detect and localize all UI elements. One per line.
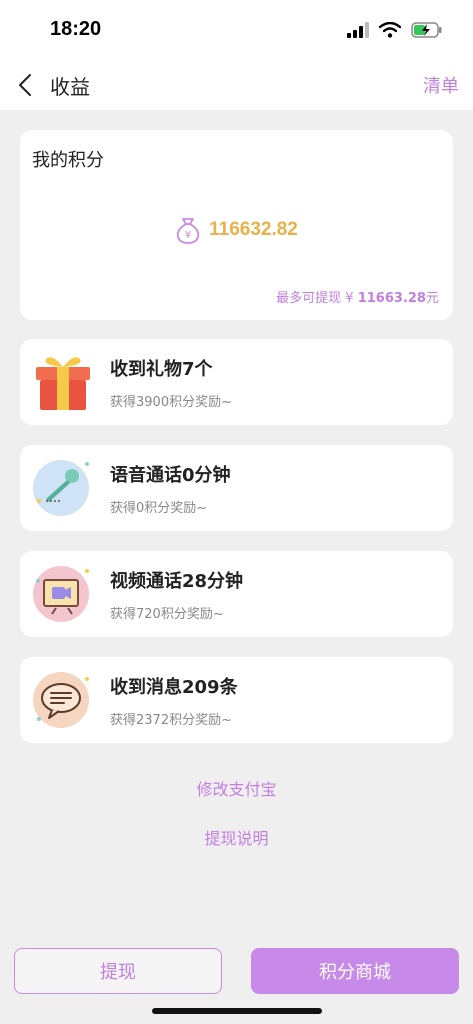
stat-subtitle: 获得0积分奖励~ xyxy=(110,501,208,516)
wifi-icon xyxy=(379,22,401,38)
stat-subtitle: 获得3900积分奖励~ xyxy=(110,395,232,410)
gift-icon xyxy=(36,357,90,410)
nav-bar: 收益 清单 xyxy=(0,60,473,110)
stat-subtitle: 获得2372积分奖励~ xyxy=(110,713,232,728)
points-value: 116632.82 xyxy=(209,219,298,240)
stat-title: 视频通话28分钟 xyxy=(110,571,244,592)
statement-link[interactable]: 清单 xyxy=(423,72,459,98)
status-time: 18:20 xyxy=(50,18,102,40)
video-camera-icon xyxy=(33,566,89,622)
home-indicator xyxy=(152,1008,322,1014)
withdraw-explain-link[interactable]: 提现说明 xyxy=(0,825,473,849)
signal-icon xyxy=(347,22,369,38)
stat-title: 收到礼物7个 xyxy=(110,359,213,380)
microphone-icon xyxy=(33,460,89,516)
points-shop-button[interactable]: 积分商城 xyxy=(251,948,459,994)
points-shop-button-label: 积分商城 xyxy=(319,962,391,983)
stat-card-video: 视频通话28分钟 获得720积分奖励~ xyxy=(20,551,453,637)
withdraw-max-suffix: 元 xyxy=(425,291,439,306)
stat-card-messages: 收到消息209条 获得2372积分奖励~ xyxy=(20,657,453,743)
svg-text:¥: ¥ xyxy=(185,230,191,241)
withdraw-max: 最多可提现 ¥ 11663.28元 xyxy=(276,287,439,306)
stat-title: 收到消息209条 xyxy=(110,677,238,698)
withdraw-max-prefix: 最多可提现 ¥ xyxy=(276,291,358,306)
stat-card-voice: 语音通话0分钟 获得0积分奖励~ xyxy=(20,445,453,531)
page-title: 收益 xyxy=(50,75,90,99)
points-card: 我的积分 ¥ 116632.82 最多可提现 ¥ 11663.28元 xyxy=(20,130,453,320)
money-bag-icon: ¥ xyxy=(176,218,200,244)
back-arrow-icon[interactable] xyxy=(14,72,38,98)
chat-bubble-icon xyxy=(33,672,89,728)
battery-charging-icon xyxy=(411,22,442,38)
stat-card-gifts: 收到礼物7个 获得3900积分奖励~ xyxy=(20,339,453,425)
points-value-row: ¥ 116632.82 xyxy=(20,216,453,244)
stat-subtitle: 获得720积分奖励~ xyxy=(110,607,224,622)
change-alipay-link[interactable]: 修改支付宝 xyxy=(0,776,473,800)
withdraw-button-label: 提现 xyxy=(100,962,136,983)
withdraw-max-amount: 11663.28 xyxy=(357,291,426,306)
withdraw-button[interactable]: 提现 xyxy=(14,948,222,994)
points-label: 我的积分 xyxy=(32,150,104,171)
stat-title: 语音通话0分钟 xyxy=(110,465,231,486)
status-bar: 18:20 xyxy=(0,0,473,60)
status-icons xyxy=(347,22,443,38)
